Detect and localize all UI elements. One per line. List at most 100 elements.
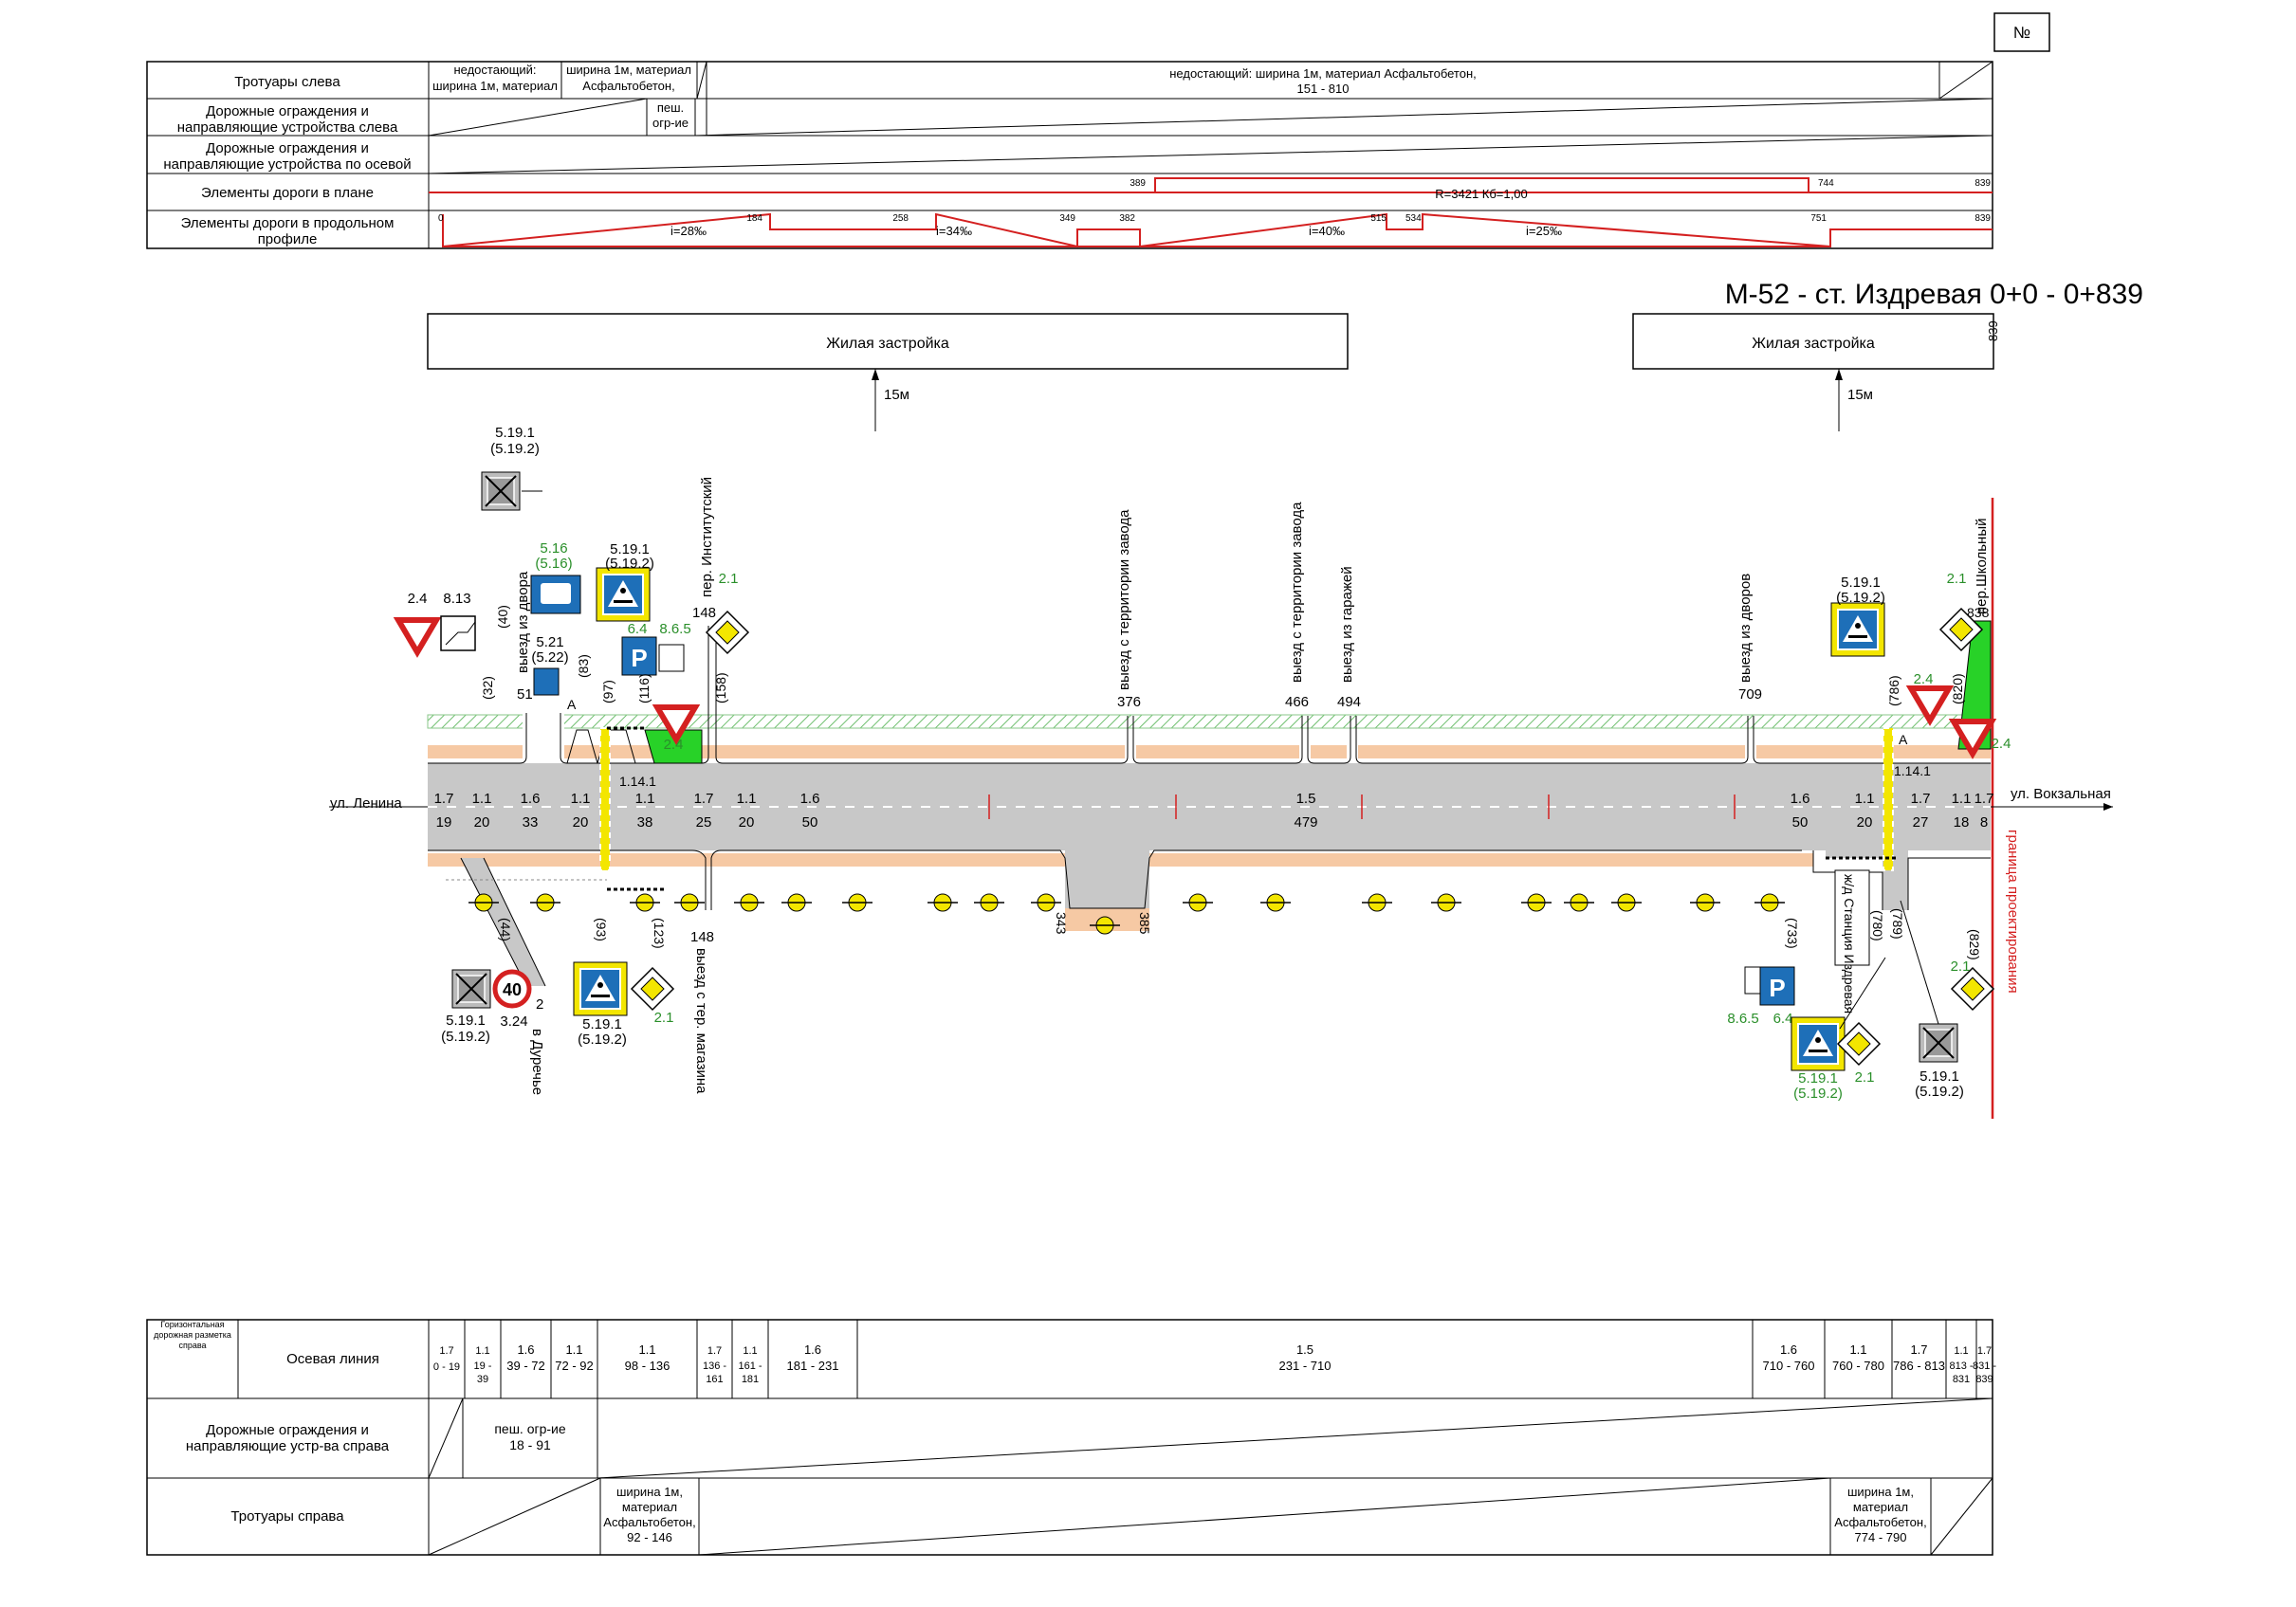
- exit-factory-1: выезд с территории завода: [1116, 509, 1132, 690]
- row-label-barrier-left-2: направляющие устройства слева: [177, 119, 398, 136]
- sign-b2-code: 3.24: [500, 1014, 527, 1030]
- building-right-label: Жилая застройка: [1752, 336, 1875, 352]
- street-lamp-icon: [1430, 893, 1462, 912]
- lane-mark-code: 1.6: [1791, 791, 1810, 807]
- exit-yards: выезд из дворов: [1737, 574, 1754, 683]
- street-lamp-icon: [1754, 893, 1786, 912]
- axis-line-label: Осевая линия: [286, 1351, 379, 1367]
- barrier-right-1: пеш. огр-ие: [494, 1421, 566, 1436]
- plan-k2: 744: [1818, 178, 1834, 189]
- sign-b6-km: (780): [1870, 910, 1885, 941]
- sign-b9-code: 2.1: [1951, 959, 1971, 975]
- page-title: М-52 - ст. Издревая 0+0 - 0+839: [1725, 279, 2143, 310]
- station-label: ж/д Станция Издревая: [1842, 874, 1857, 1014]
- lane-mark-length: 19: [436, 814, 452, 831]
- lane-mark-code: 1.7: [1911, 791, 1931, 807]
- street-lamp-icon: [733, 893, 765, 912]
- sidewalk-right-2c: Асфальтобетон,: [1834, 1515, 1926, 1529]
- axis-cell-range: 161 -: [738, 1360, 762, 1372]
- axis-marking-cells: 1.7 0 - 19 1.1 19 - 39 1.6 39 - 72 1.1 72 - 92 1.…: [433, 1320, 1996, 1398]
- sign-t4-km: (83): [576, 654, 591, 678]
- sidewalk-right-1c: Асфальтобетон,: [603, 1515, 695, 1529]
- axis-cell-range: 72 - 92: [555, 1359, 593, 1373]
- street-lamp-icon: [1259, 893, 1292, 912]
- axis-cell-code: 1.7: [1910, 1342, 1927, 1357]
- profile-k0: 0: [438, 213, 444, 224]
- sign-t7-code: 2.1: [719, 571, 739, 587]
- building-right-km: 839: [1986, 320, 2000, 341]
- street-lamp-icon: [673, 893, 706, 912]
- lane-mark-length: 33: [523, 814, 539, 831]
- axis-cell-code: 1.5: [1296, 1342, 1313, 1357]
- axis-cell-range-end: 181: [742, 1374, 759, 1385]
- direction-plate-icon: [440, 615, 476, 651]
- axis-cell-code: 1.7: [439, 1345, 453, 1357]
- sign-t7-km: (158): [713, 672, 728, 703]
- sign-b3-code: 5.19.1: [582, 1016, 622, 1032]
- profile-k8: 839: [1975, 213, 1991, 224]
- bottom-table: Горизонтальная дорожная разметка справа …: [146, 1319, 1996, 1556]
- sign-t3-code: 5.16: [540, 540, 567, 557]
- sidewalk-right-2b: материал: [1853, 1500, 1908, 1514]
- sign-t8-code: 2.4: [664, 737, 684, 753]
- sign-t4-alt: (5.19.2): [605, 556, 654, 572]
- pedestrian-zone-sign-icon: [533, 667, 560, 696]
- sign-b3-km: (93): [594, 918, 609, 941]
- axis-cell-range-end: 839: [1975, 1374, 1993, 1385]
- sign-t6-code: 6.4: [628, 621, 648, 637]
- lane-mark-code: 1.7: [434, 791, 454, 807]
- sidewalk-left-2a: ширина 1м, материал: [566, 63, 691, 77]
- axis-cell-code: 1.1: [475, 1345, 489, 1357]
- pocket-start: 343: [1054, 912, 1069, 935]
- exit-shkolny: пер.Школьный: [1974, 519, 1990, 614]
- street-lamp-icon: [1361, 893, 1393, 912]
- lane-mark-code: 1.1: [1952, 791, 1972, 807]
- axis-cell-range-end: 831: [1953, 1374, 1970, 1385]
- yield-sign-icon: [398, 620, 436, 652]
- sign-b7-code: 2.1: [1855, 1069, 1875, 1086]
- axis-cell-range: 831 -: [1973, 1360, 1996, 1372]
- row-label-profile-2: профиле: [258, 231, 318, 247]
- street-lamp-icon: [841, 893, 873, 912]
- sign-t2-code: 2.4: [408, 591, 428, 607]
- sheet-number: №: [2013, 24, 2030, 42]
- profile-k5: 515: [1370, 213, 1387, 224]
- street-lamp-icon: [1563, 893, 1595, 912]
- offset-right: 15м: [1847, 387, 1873, 403]
- design-boundary: граница проектирования: [2005, 830, 2021, 994]
- exit-institutsky: пер. Институтский: [699, 477, 715, 597]
- plan-row: 389 744 839 R=3421 Кб=1,00: [429, 177, 1993, 201]
- cancel-sign-bottom-icon: [451, 969, 491, 1009]
- exit-yards-km: 709: [1738, 686, 1762, 703]
- lane-mark-length: 50: [1792, 814, 1809, 831]
- lane-mark-length: 479: [1294, 814, 1317, 831]
- axis-cell-range: 710 - 760: [1763, 1359, 1815, 1373]
- sidewalk-left-1b: ширина 1м, материал: [432, 79, 558, 93]
- axis-cell-code: 1.6: [804, 1342, 821, 1357]
- sign-b6-alt: (5.19.2): [1793, 1086, 1843, 1102]
- main-road-bottom-icon: [631, 967, 674, 1011]
- axis-cell-code: 1.1: [1954, 1345, 1968, 1357]
- profile-slope-3: i=40‰: [1309, 224, 1345, 238]
- sign-b4-km: (123): [652, 918, 667, 949]
- sign-t1-alt: (5.19.2): [490, 441, 540, 457]
- sign-b5-km: (733): [1785, 918, 1800, 949]
- axis-cell-range: 813 -: [1949, 1360, 1973, 1372]
- axis-cell-code: 1.7: [1977, 1345, 1992, 1357]
- axis-cell-range: 786 - 813: [1893, 1359, 1945, 1373]
- street-lamp-icon: [1610, 893, 1643, 912]
- sign-b5-code: 8.6.5: [1727, 1011, 1758, 1027]
- exit-factory-2: выезд с территории завода: [1289, 502, 1305, 683]
- sign-t6-km: (116): [636, 673, 652, 703]
- lane-mark-length: 25: [696, 814, 712, 831]
- lane-mark-length: 18: [1954, 814, 1970, 831]
- profile-k1: 184: [746, 213, 762, 224]
- lane-mark-length: 27: [1913, 814, 1929, 831]
- profile-slope-1: i=28‰: [670, 224, 707, 238]
- exit-yard: выезд из двора: [515, 571, 531, 673]
- sign-b9-km: (829): [1967, 929, 1982, 960]
- street-lamp-icon: [1182, 893, 1214, 912]
- profile-k3: 349: [1059, 213, 1075, 224]
- top-table: Тротуары слева Дорожные ограждения и нап…: [146, 61, 1993, 249]
- profile-k6: 534: [1405, 213, 1422, 224]
